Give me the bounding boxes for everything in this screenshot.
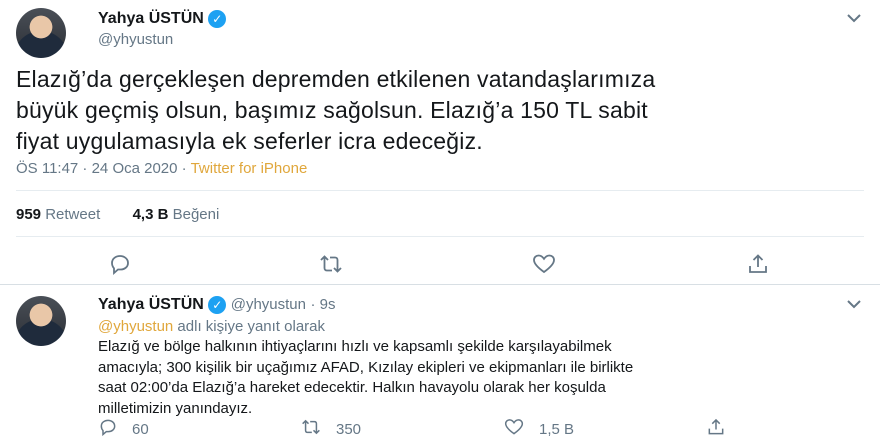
retweet-label: Retweet: [45, 206, 101, 223]
tweet-author[interactable]: Yahya ÜSTÜN ✓: [98, 10, 227, 28]
heart-icon[interactable]: [531, 252, 557, 281]
avatar[interactable]: [16, 8, 66, 58]
tweet-text-line: büyük geçmiş olsun, başımız sağolsun. El…: [16, 97, 648, 123]
tweet-meta: ÖS 11:47 · 24 Oca 2020 · Twitter for iPh…: [16, 160, 307, 177]
tweet-text: Elazığ’da gerçekleşen depremden etkilene…: [16, 64, 866, 157]
reply-icon: [98, 417, 118, 441]
retweet-action[interactable]: 350: [300, 417, 361, 441]
tweet-text-line: Elazığ’da gerçekleşen depremden etkilene…: [16, 66, 656, 92]
chevron-down-icon[interactable]: [844, 294, 864, 319]
divider: [0, 284, 880, 285]
reply-action[interactable]: 60: [98, 417, 149, 441]
tweet-stats: 959 Retweet 4,3 B Beğeni: [16, 206, 219, 223]
like-stat[interactable]: 4,3 B Beğeni: [133, 206, 220, 223]
retweet-icon[interactable]: [318, 252, 344, 281]
reply-retweet-count: 350: [336, 420, 362, 438]
reply-text-line: milletimizin yanındayız.: [98, 399, 253, 417]
reply-count: 60: [132, 420, 149, 438]
share-icon[interactable]: [706, 417, 726, 442]
retweet-count: 959: [16, 206, 42, 223]
reply-text-line: Elazığ ve bölge halkının ihtiyaçlarını h…: [98, 338, 612, 355]
tweet-source[interactable]: Twitter for iPhone: [191, 160, 308, 177]
reply-avatar[interactable]: [16, 296, 66, 346]
like-action[interactable]: 1,5 B: [503, 417, 574, 441]
reply-mention[interactable]: @yhyustun: [98, 318, 173, 335]
replying-to-label: adlı kişiye yanıt olarak: [173, 318, 326, 335]
reply-text: Elazığ ve bölge halkının ihtiyaçlarını h…: [98, 337, 868, 419]
reply-author-name[interactable]: Yahya ÜSTÜN: [98, 296, 204, 313]
retweet-icon: [300, 417, 322, 441]
chevron-down-icon[interactable]: [844, 8, 864, 33]
heart-icon: [503, 417, 525, 441]
reply-text-line: amacıyla; 300 kişilik bir uçağımız AFAD,…: [98, 358, 634, 376]
reply-age[interactable]: · 9s: [310, 296, 335, 313]
reply-text-line: saat 02:00’da Elazığ’a hareket edecektir…: [98, 379, 606, 396]
verified-icon: ✓: [208, 10, 227, 28]
divider: [16, 190, 864, 191]
verified-icon: ✓: [208, 296, 227, 314]
reply-like-count: 1,5 B: [539, 420, 575, 438]
author-handle[interactable]: @yhyustun: [98, 31, 173, 48]
reply-author-handle[interactable]: @yhyustun: [231, 296, 306, 313]
tweet-text-line: fiyat uygulamasıyla ek seferler icra ede…: [16, 128, 483, 154]
reply-icon[interactable]: [108, 252, 132, 281]
share-icon[interactable]: [746, 252, 770, 281]
like-label: Beğeni: [172, 206, 220, 223]
reply-header: Yahya ÜSTÜN ✓ @yhyustun · 9s: [98, 296, 335, 314]
divider: [16, 236, 864, 237]
like-count: 4,3 B: [132, 206, 169, 223]
tweet-time[interactable]: ÖS 11:47 · 24 Oca 2020 ·: [16, 160, 187, 177]
retweet-stat[interactable]: 959 Retweet: [16, 206, 100, 223]
author-name[interactable]: Yahya ÜSTÜN: [98, 10, 204, 27]
replying-to: @yhyustun adlı kişiye yanıt olarak: [98, 318, 325, 335]
